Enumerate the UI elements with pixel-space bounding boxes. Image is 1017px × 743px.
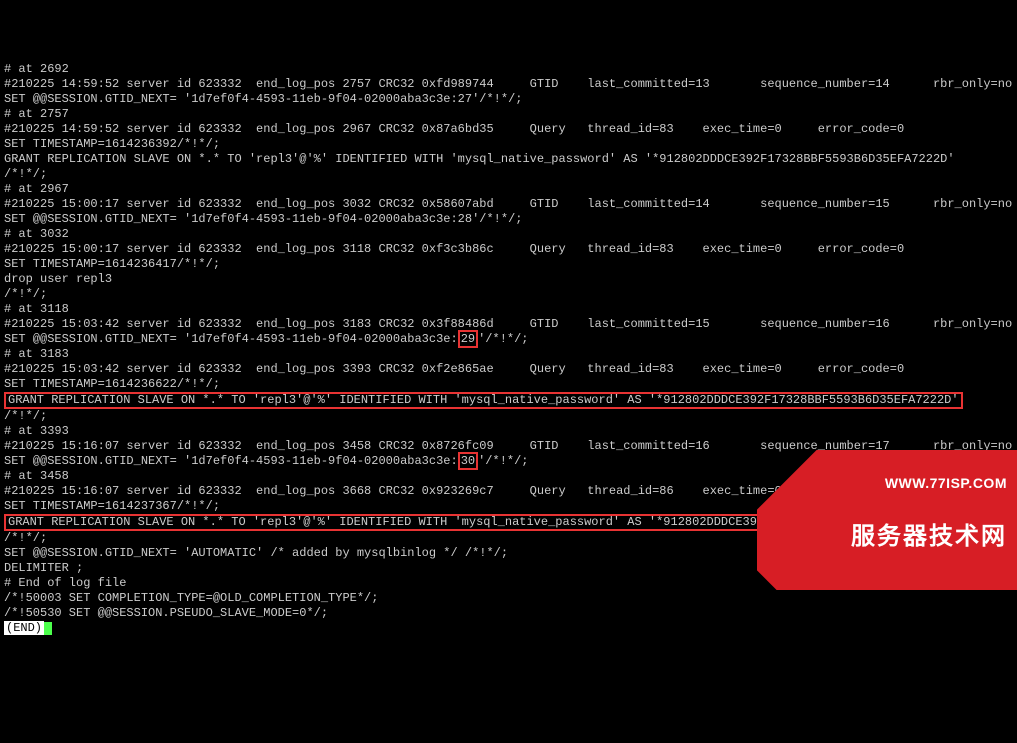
terminal-output[interactable]: # at 2692#210225 14:59:52 server id 6233… [0,60,1017,638]
terminal-line: # at 2692 [4,62,1013,77]
terminal-line: GRANT REPLICATION SLAVE ON *.* TO 'repl3… [4,514,1013,531]
terminal-line: GRANT REPLICATION SLAVE ON *.* TO 'repl3… [4,392,1013,409]
terminal-line: #210225 15:03:42 server id 623332 end_lo… [4,362,1013,377]
terminal-line: /*!*/; [4,531,1013,546]
terminal-line: # End of log file [4,576,1013,591]
terminal-line: SET @@SESSION.GTID_NEXT= '1d7ef0f4-4593-… [4,454,1013,469]
terminal-line: SET @@SESSION.GTID_NEXT= 'AUTOMATIC' /* … [4,546,1013,561]
terminal-line: #210225 15:00:17 server id 623332 end_lo… [4,242,1013,257]
terminal-line: SET TIMESTAMP=1614237367/*!*/; [4,499,1013,514]
terminal-line: # at 3032 [4,227,1013,242]
pager-end-marker: (END) [4,621,44,635]
highlighted-grant-statement: GRANT REPLICATION SLAVE ON *.* TO 'repl3… [4,514,963,531]
terminal-line: /*!50530 SET @@SESSION.PSEUDO_SLAVE_MODE… [4,606,1013,621]
terminal-line: DELIMITER ; [4,561,1013,576]
terminal-line: # at 3458 [4,469,1013,484]
terminal-line: # at 2967 [4,182,1013,197]
terminal-line: /*!*/; [4,167,1013,182]
terminal-line: # at 3118 [4,302,1013,317]
terminal-line: GRANT REPLICATION SLAVE ON *.* TO 'repl3… [4,152,1013,167]
highlighted-grant-statement: GRANT REPLICATION SLAVE ON *.* TO 'repl3… [4,392,963,409]
terminal-line: /*!*/; [4,287,1013,302]
terminal-line: #210225 14:59:52 server id 623332 end_lo… [4,77,1013,92]
terminal-line: #210225 15:03:42 server id 623332 end_lo… [4,317,1013,332]
terminal-line: # at 3183 [4,347,1013,362]
terminal-cursor [44,622,52,635]
terminal-line: SET TIMESTAMP=1614236417/*!*/; [4,257,1013,272]
terminal-line: /*!50003 SET COMPLETION_TYPE=@OLD_COMPLE… [4,591,1013,606]
terminal-line: #210225 15:16:07 server id 623332 end_lo… [4,484,1013,499]
pager-end-line: (END) [4,621,1013,636]
terminal-line: # at 3393 [4,424,1013,439]
terminal-line: SET TIMESTAMP=1614236392/*!*/; [4,137,1013,152]
terminal-line: #210225 14:59:52 server id 623332 end_lo… [4,122,1013,137]
terminal-line: SET @@SESSION.GTID_NEXT= '1d7ef0f4-4593-… [4,332,1013,347]
highlighted-gtid-number: 29 [458,330,478,348]
terminal-line: #210225 15:16:07 server id 623332 end_lo… [4,439,1013,454]
terminal-line: drop user repl3 [4,272,1013,287]
terminal-line: SET TIMESTAMP=1614236622/*!*/; [4,377,1013,392]
terminal-line: SET @@SESSION.GTID_NEXT= '1d7ef0f4-4593-… [4,92,1013,107]
highlighted-gtid-number: 30 [458,452,478,470]
terminal-line: #210225 15:00:17 server id 623332 end_lo… [4,197,1013,212]
terminal-line: SET @@SESSION.GTID_NEXT= '1d7ef0f4-4593-… [4,212,1013,227]
terminal-line: /*!*/; [4,409,1013,424]
terminal-line: # at 2757 [4,107,1013,122]
